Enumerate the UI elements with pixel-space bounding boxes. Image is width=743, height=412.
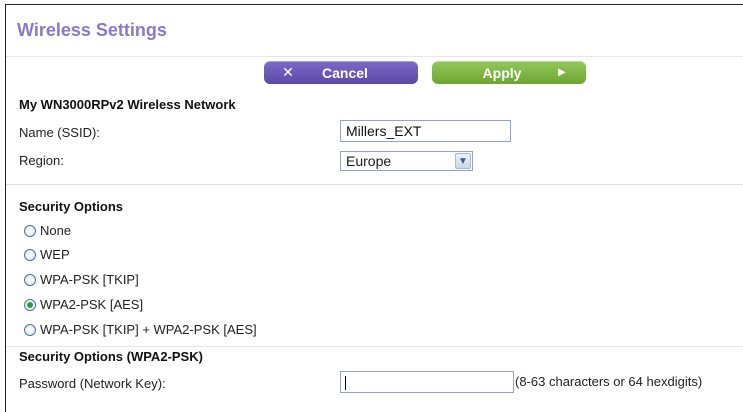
password-input[interactable] bbox=[340, 371, 514, 393]
network-heading: My WN3000RPv2 Wireless Network bbox=[19, 97, 236, 112]
region-select-value: Europe bbox=[346, 153, 392, 169]
apply-button[interactable]: Apply ▶ bbox=[432, 61, 586, 84]
close-icon: ✕ bbox=[282, 64, 294, 80]
security-heading: Security Options bbox=[19, 199, 124, 214]
security-option-label: WEP bbox=[40, 247, 70, 262]
security-option-label: WPA-PSK [TKIP] bbox=[40, 272, 139, 287]
apply-button-label: Apply bbox=[482, 64, 522, 81]
ssid-input[interactable] bbox=[340, 120, 511, 142]
radio-button[interactable] bbox=[24, 273, 36, 286]
wpa2-heading: Security Options (WPA2-PSK) bbox=[19, 349, 203, 364]
region-select[interactable]: Europe ▼ bbox=[340, 151, 473, 171]
security-option-wpa-psk-tkip[interactable]: WPA-PSK [TKIP] bbox=[24, 272, 139, 287]
security-option-label: None bbox=[40, 223, 72, 238]
password-label: Password (Network Key): bbox=[19, 376, 166, 391]
section-divider bbox=[6, 184, 743, 185]
play-arrow-icon: ▶ bbox=[558, 67, 566, 78]
security-option-none[interactable]: None bbox=[24, 223, 71, 238]
radio-button-selected[interactable] bbox=[24, 298, 36, 311]
cancel-button-label: Cancel bbox=[322, 64, 368, 81]
security-option-label: WPA2-PSK [AES] bbox=[40, 297, 144, 312]
password-hint: (8-63 characters or 64 hexdigits) bbox=[515, 374, 703, 389]
text-cursor bbox=[345, 376, 346, 390]
radio-button[interactable] bbox=[24, 224, 36, 237]
security-option-mixed[interactable]: WPA-PSK [TKIP] + WPA2-PSK [AES] bbox=[24, 322, 257, 337]
region-label: Region: bbox=[19, 153, 64, 168]
chevron-down-icon[interactable]: ▼ bbox=[455, 153, 471, 169]
security-option-label: WPA-PSK [TKIP] + WPA2-PSK [AES] bbox=[40, 322, 257, 337]
ssid-label: Name (SSID): bbox=[19, 125, 100, 140]
header-divider bbox=[6, 56, 743, 57]
section-divider bbox=[6, 346, 743, 347]
security-option-wpa2-psk-aes[interactable]: WPA2-PSK [AES] bbox=[24, 297, 143, 312]
security-option-wep[interactable]: WEP bbox=[24, 247, 70, 262]
radio-button[interactable] bbox=[24, 323, 36, 336]
radio-button[interactable] bbox=[24, 248, 36, 261]
cancel-button[interactable]: ✕ Cancel bbox=[264, 61, 418, 84]
page-title: Wireless Settings bbox=[17, 20, 167, 40]
